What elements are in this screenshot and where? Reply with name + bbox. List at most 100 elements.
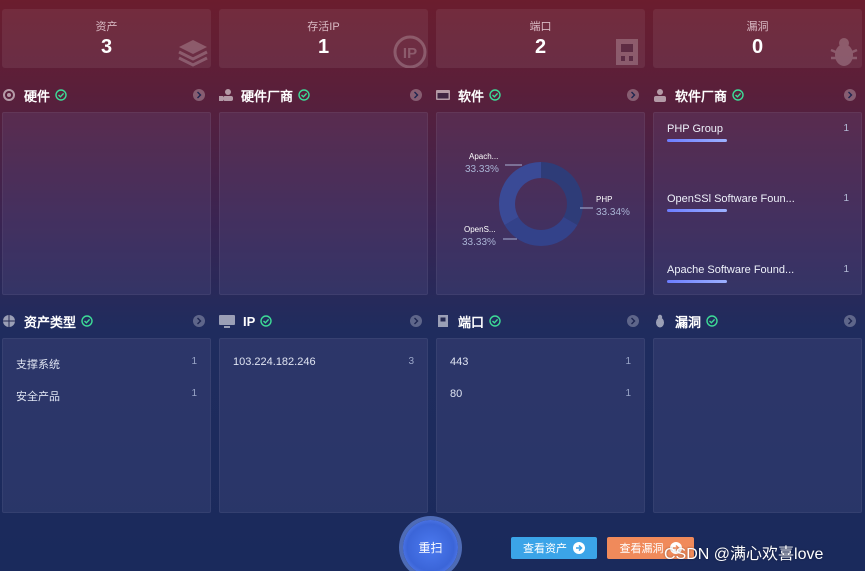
section-more-button[interactable]: [844, 89, 856, 101]
section-title: 软件: [458, 88, 485, 104]
user-group-icon: [219, 89, 233, 101]
section-more-button[interactable]: [410, 89, 422, 101]
arrow-right-icon: [573, 542, 585, 554]
bug-icon: [830, 38, 858, 66]
view-assets-button[interactable]: 查看资产: [511, 537, 597, 559]
section-header-ip: IP: [219, 311, 428, 331]
vendor-list-item[interactable]: PHP Group 1: [667, 123, 849, 145]
section-more-button[interactable]: [627, 315, 639, 327]
section-title: 漏洞: [675, 314, 702, 330]
section-more-button[interactable]: [627, 89, 639, 101]
vendor-count: 1: [843, 264, 849, 275]
donut-label-opens-percent: 33.33%: [462, 237, 496, 248]
view-assets-label: 查看资产: [523, 543, 567, 555]
stat-label: 漏洞: [746, 21, 769, 33]
chevron-right-icon: [197, 91, 202, 99]
check-circle-icon: [298, 89, 310, 101]
software-donut-chart: Apach... 33.33% OpenS... 33.33% PHP 33.3…: [462, 152, 630, 248]
hardware-panel: [2, 112, 211, 295]
vendor-name: PHP Group: [667, 123, 724, 135]
section-more-button[interactable]: [410, 315, 422, 327]
donut-label-opens-name: OpenS...: [464, 225, 496, 234]
hardware-vendor-panel: [219, 112, 428, 295]
donut-label-php-percent: 33.34%: [596, 207, 630, 218]
user-icon: [654, 89, 666, 102]
check-circle-icon: [489, 89, 501, 101]
section-title: 硬件: [24, 88, 51, 104]
list-item[interactable]: 443 1: [450, 356, 631, 372]
check-circle-icon: [260, 315, 272, 327]
donut-label-php-name: PHP: [596, 195, 612, 204]
donut-slice-php[interactable]: [541, 162, 584, 225]
vendor-progress-bar: [667, 209, 727, 212]
software-panel: Apach... 33.33% OpenS... 33.33% PHP 33.3…: [436, 112, 645, 295]
stat-card-ports[interactable]: 端口 2: [436, 9, 645, 68]
stat-card-vulns[interactable]: 漏洞 0: [653, 9, 862, 68]
stat-card-assets[interactable]: 资产 3: [2, 9, 211, 68]
donut-label-apache-percent: 33.33%: [465, 164, 499, 175]
section-header-hardware: 硬件: [2, 85, 211, 105]
ip-icon: IP: [393, 35, 427, 68]
vendor-progress-bar: [667, 139, 727, 142]
rescan-button-label: 重扫: [418, 541, 443, 555]
monitor-icon: [219, 315, 235, 328]
section-title: 硬件厂商: [241, 88, 294, 104]
donut-slice-apache[interactable]: [498, 161, 541, 225]
vendor-list-item[interactable]: Apache Software Found... 1: [667, 264, 849, 286]
section-header-hardware-vendor: 硬件厂商: [219, 85, 428, 105]
stat-label: 端口: [529, 21, 552, 33]
section-title: IP: [243, 313, 256, 329]
vendor-name: Apache Software Found...: [667, 264, 795, 276]
donut-slice-opens[interactable]: [504, 217, 578, 247]
list-item-count: 1: [625, 388, 631, 399]
bug-icon: [656, 314, 664, 328]
stat-label: 存活IP: [307, 21, 340, 33]
vendor-count: 1: [843, 123, 849, 134]
check-circle-icon: [732, 89, 744, 101]
section-more-button[interactable]: [193, 315, 205, 327]
list-item-count: 1: [191, 356, 197, 367]
port-icon: [438, 315, 448, 327]
gear-icon: [3, 89, 15, 101]
check-circle-icon: [81, 315, 93, 327]
stat-card-live-ip[interactable]: 存活IP 1 IP: [219, 9, 428, 68]
list-item-label: 443: [450, 356, 469, 368]
layers-icon: [178, 40, 208, 67]
stat-label: 资产: [95, 21, 118, 33]
rescan-button[interactable]: 重扫: [403, 520, 458, 571]
software-vendor-panel: PHP Group 1 OpenSSl Software Foun... 1 A…: [653, 112, 862, 295]
check-circle-icon: [55, 89, 67, 101]
chevron-right-icon: [414, 317, 419, 325]
section-more-button[interactable]: [193, 89, 205, 101]
list-item-count: 1: [191, 388, 197, 399]
section-title: 资产类型: [24, 314, 77, 330]
list-item[interactable]: 80 1: [450, 388, 631, 404]
vendor-count: 1: [843, 193, 849, 204]
chevron-right-icon: [631, 91, 636, 99]
watermark-text: CSDN @满心欢喜love: [664, 546, 824, 563]
list-item[interactable]: 103.224.182.246 3: [233, 356, 414, 372]
section-more-button[interactable]: [844, 315, 856, 327]
ip-panel: 103.224.182.246 3: [219, 338, 428, 513]
list-item[interactable]: 安全产品 1: [16, 388, 197, 404]
section-header-vuln: 漏洞: [653, 311, 862, 331]
section-header-port: 端口: [436, 311, 645, 331]
vendor-list-item[interactable]: OpenSSl Software Foun... 1: [667, 193, 849, 215]
vendor-progress-bar: [667, 280, 727, 283]
section-title: 端口: [458, 314, 485, 330]
chevron-right-icon: [848, 91, 853, 99]
vuln-panel: [653, 338, 862, 513]
chevron-right-icon: [631, 317, 636, 325]
list-item-label: 103.224.182.246: [233, 356, 316, 368]
chevron-right-icon: [848, 317, 853, 325]
section-header-software-vendor: 软件厂商: [653, 85, 862, 105]
globe-icon: [3, 315, 15, 327]
list-item-label: 支撑系统: [16, 359, 60, 371]
window-icon: [436, 90, 450, 100]
chevron-right-icon: [414, 91, 419, 99]
list-item[interactable]: 支撑系统 1: [16, 356, 197, 372]
check-circle-icon: [489, 315, 501, 327]
check-circle-icon: [706, 315, 718, 327]
list-item-count: 1: [625, 356, 631, 367]
asset-type-panel: 支撑系统 1 安全产品 1: [2, 338, 211, 513]
